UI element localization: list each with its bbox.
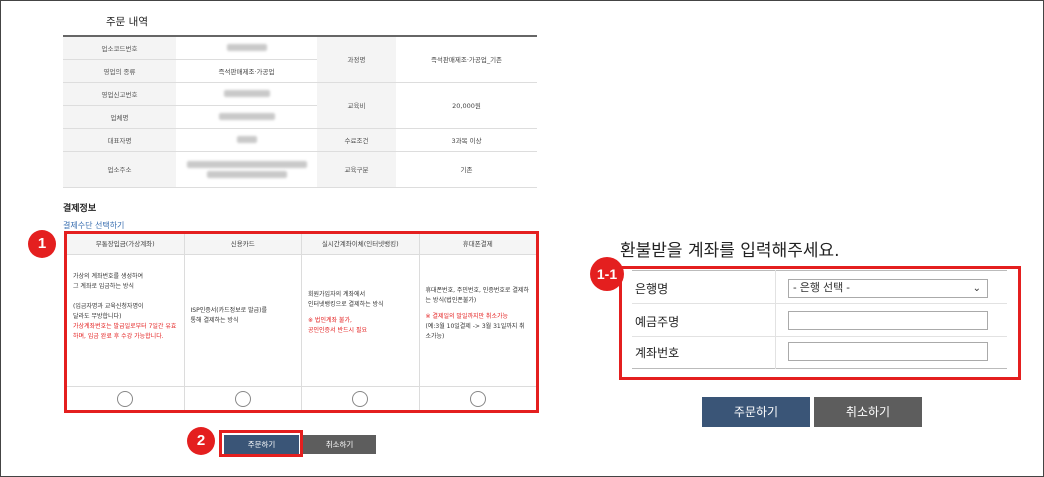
edu-type-value: 기존: [396, 151, 537, 188]
payment-section-title: 결제정보: [63, 204, 97, 214]
biz-code-value: [176, 36, 317, 60]
biz-type-label: 영업의 종류: [63, 59, 176, 83]
table-row: 업소주소 교육구분 기존: [63, 151, 537, 188]
table-row: 영업신고번호 교육비 20,000원: [63, 82, 537, 129]
complete-label: 수료조건: [317, 128, 396, 152]
rep-label: 대표자명: [63, 128, 176, 152]
biz-code-label: 업소코드번호: [63, 36, 176, 60]
order-info-table: 업소코드번호 과정명 즉석판매제조·가공업_기존 영업의 종류 즉석판매제조·가…: [63, 35, 537, 188]
license-value: [176, 82, 317, 106]
refund-cancel-button[interactable]: 취소하기: [814, 397, 922, 427]
table-row: 대표자명 수료조건 3과목 이상: [63, 128, 537, 152]
highlight-order-button: [219, 430, 303, 457]
complete-value: 3과목 이상: [396, 128, 537, 152]
step-badge-2: 2: [187, 427, 215, 455]
course-label: 과정명: [317, 36, 396, 83]
edu-type-label: 교육구분: [317, 151, 396, 188]
license-label: 영업신고번호: [63, 82, 176, 106]
highlight-payment-methods: [64, 231, 539, 413]
highlight-refund-form: [619, 266, 1021, 380]
refund-order-button[interactable]: 주문하기: [702, 397, 810, 427]
payment-method-select-link[interactable]: 결제수단 선택하기: [63, 220, 124, 231]
company-label: 업체명: [63, 105, 176, 129]
rep-value: [176, 128, 317, 152]
refund-account-title: 환불받을 계좌를 입력해주세요.: [620, 241, 840, 261]
cancel-button[interactable]: 취소하기: [303, 435, 376, 454]
course-value: 즉석판매제조·가공업_기존: [396, 36, 537, 83]
fee-value: 20,000원: [396, 82, 537, 129]
order-section-title: 주문 내역: [106, 16, 148, 28]
address-value: [176, 151, 317, 188]
biz-type-value: 즉석판매제조·가공업: [176, 59, 317, 83]
fee-label: 교육비: [317, 82, 396, 129]
step-badge-1-1: 1-1: [590, 257, 624, 291]
step-badge-1: 1: [28, 230, 56, 258]
table-row: 업소코드번호 과정명 즉석판매제조·가공업_기존: [63, 36, 537, 83]
company-value: [176, 105, 317, 129]
address-label: 업소주소: [63, 151, 176, 188]
